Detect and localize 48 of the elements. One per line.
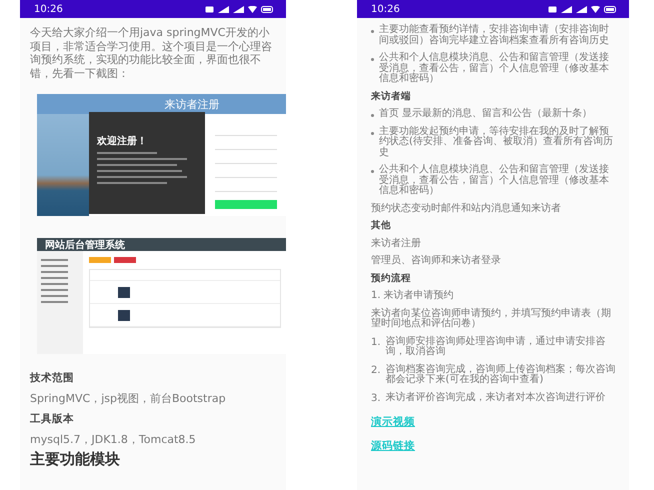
battery-icon	[604, 6, 617, 12]
toolbar-drawing	[89, 257, 136, 263]
list-item: 咨询师安排咨询师处理咨询申请，通过申请安排咨询，取消咨询	[386, 336, 607, 358]
bullet-icon	[371, 132, 374, 134]
section-heading: 工具版本	[30, 413, 75, 426]
bullet-icon	[371, 170, 374, 173]
list-item: 主要功能发起预约申请，等待安排在我的及时了解预约状态(待安排、准备咨询、被取消）查看所有咨询历史	[379, 126, 614, 158]
list-item: 公共和个人信息模块消息、公告和留言管理（发送接受消息，查看公告，留言）个人信息管理（修改基本信息和密码）	[379, 53, 610, 84]
section-title: 主要功能模块	[30, 450, 121, 468]
section-heading: 来访者端	[371, 92, 412, 102]
paragraph: 来访者注册	[371, 238, 422, 249]
status-time: 10:26	[34, 4, 63, 14]
signal-icon	[561, 6, 572, 12]
bullet-icon	[371, 30, 374, 33]
list-item: 来访者评价咨询完成，来访者对本次咨询进行评价	[386, 392, 606, 404]
wifi-icon	[248, 6, 257, 12]
status-time: 10:26	[371, 4, 400, 14]
welcome-title: 欢迎注册！	[97, 134, 148, 148]
notification-icon	[205, 6, 214, 12]
paragraph: mysql5.7，JDK1.8，Tomcat8.5	[30, 432, 197, 446]
link[interactable]: 演示视频	[371, 416, 415, 428]
paragraph: 今天给大家介绍一个用java springMVC开发的小项目，非常适合学习使用。这个项目是一个心理咨询预约系统，实现的功能比较全面，界面也很不错，先看一下截图：	[30, 26, 273, 80]
signal-icon	[576, 6, 587, 12]
notification-icon	[548, 6, 557, 12]
paragraph: 管理员、咨询师和来访者登录	[371, 256, 502, 266]
bullet-icon	[371, 58, 374, 61]
admin-title: 网站后台管理系统	[37, 238, 286, 251]
section-heading: 预约流程	[371, 274, 412, 284]
list-item: 首页 显示最新的消息、留言和公告（最新十条）	[379, 109, 592, 120]
signal-icon	[233, 6, 244, 12]
paragraph: 预约状态变动时邮件和站内消息通知来访者	[371, 204, 562, 214]
signal-icon	[218, 6, 229, 12]
paragraph: 1. 来访者申请预约	[371, 291, 455, 302]
paragraph: SpringMVC，jsp视图，前台Bootstrap	[30, 392, 227, 405]
list-number: 1.	[371, 336, 381, 350]
battery-icon	[261, 6, 274, 12]
bullet-icon	[371, 114, 374, 117]
link[interactable]: 源码链接	[371, 440, 415, 452]
list-item: 公共和个人信息模块消息、公告和留言管理（发送接受消息，查看公告，留言）个人信息管理（修改基本信息和密码）	[379, 165, 610, 196]
list-number: 2.	[371, 364, 381, 378]
banner-title: 来访者注册	[37, 94, 286, 114]
wifi-icon	[591, 6, 600, 12]
list-number: 3.	[371, 392, 381, 404]
section-heading: 技术范围	[30, 372, 75, 386]
list-item: 咨询档案咨询完成，咨询师上传咨询档案；每次咨询都会记录下来(可在我的咨询中查看)	[386, 364, 617, 386]
list-item: 主要功能查看预约详情，安排咨询申请（安排咨询时间或驳回）咨询完毕建立咨询档案查看所有咨询历史	[379, 25, 610, 46]
section-heading: 其他	[371, 221, 392, 232]
paragraph: 来访者向某位咨询师申请预约，并填写预约申请表（期望时间地点和评估问卷）	[371, 308, 612, 330]
